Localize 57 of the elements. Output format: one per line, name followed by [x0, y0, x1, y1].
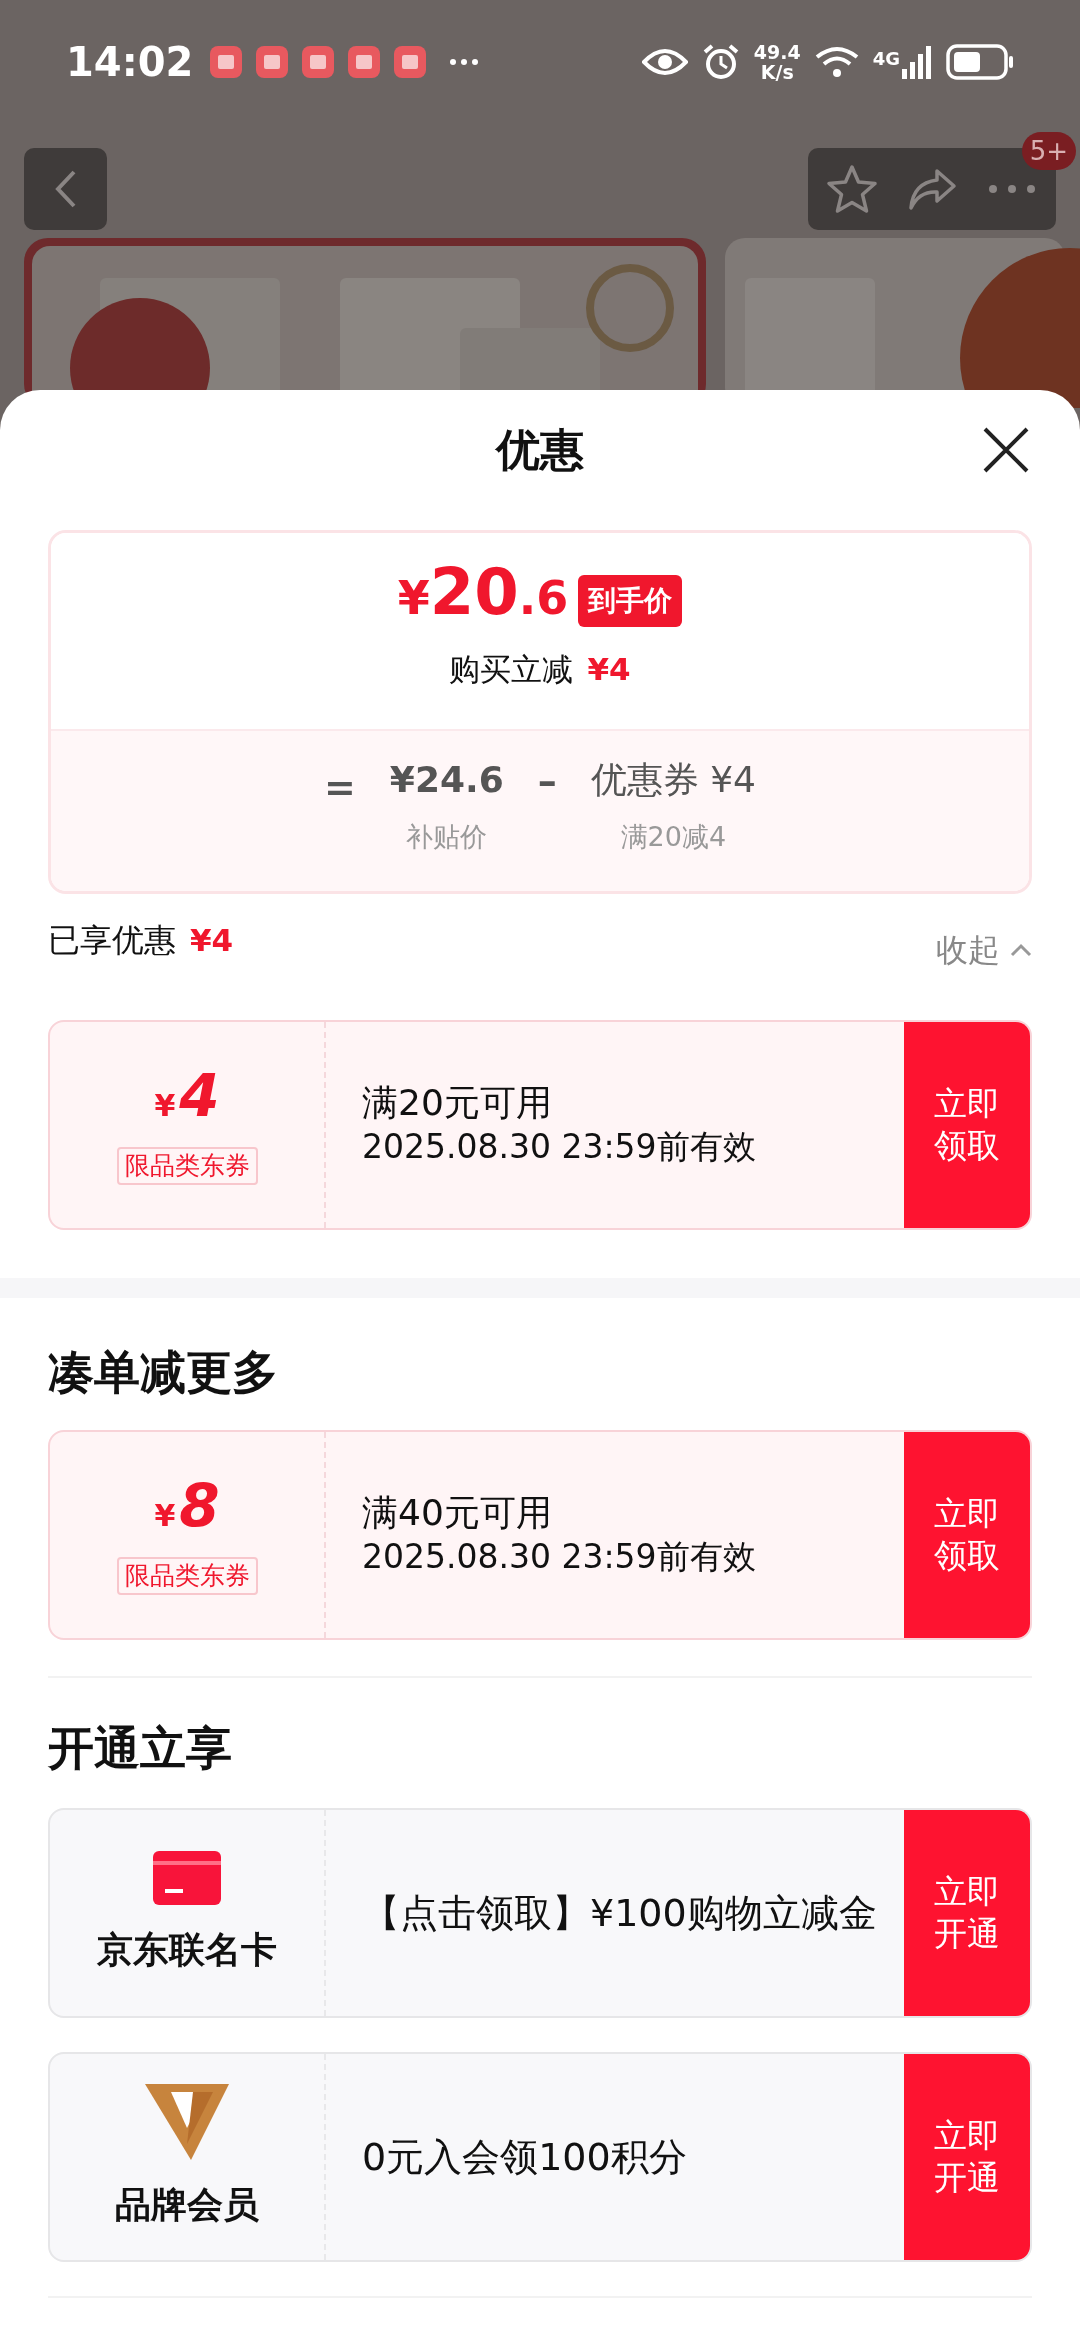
claim-button[interactable]: 立即领取 [904, 1022, 1030, 1228]
enjoyed-discount-amount: ¥4 [190, 920, 234, 960]
battery-icon [946, 44, 1014, 80]
final-price: ¥20.6 [397, 557, 569, 631]
share-icon [907, 167, 957, 211]
offer-description: 0元入会领100积分 [362, 2134, 687, 2180]
price-tag: 到手价 [578, 574, 683, 627]
sheet-title: 优惠 [496, 423, 584, 477]
back-icon [53, 169, 78, 209]
activate-button[interactable]: 立即开通 [904, 1810, 1030, 2016]
section-title: 凑单减更多 [48, 1344, 279, 1401]
coupon-scope-tag: 限品类东券 [116, 1146, 258, 1185]
coupon-condition: 满40元可用 [362, 1491, 553, 1535]
offer-name: 品牌会员 [115, 2183, 259, 2227]
wifi-icon [814, 45, 859, 79]
equals-sign: = [324, 764, 356, 811]
coupon-amount: ¥8 [154, 1475, 220, 1542]
subsidy-price-label: 补贴价 [406, 820, 488, 854]
minus-sign: – [537, 758, 557, 805]
status-time: 14:02 [66, 38, 194, 87]
app-notification-icon [209, 45, 244, 79]
section-title: 开通立享 [48, 1720, 233, 1777]
alarm-icon [701, 43, 740, 81]
app-notification-icon [347, 45, 382, 79]
more-icon [988, 184, 1036, 194]
app-notification-icon [255, 45, 290, 79]
eye-icon [641, 46, 688, 78]
coupon-validity: 2025.08.30 23:59前有效 [362, 1126, 757, 1168]
notification-badge: 5+ [1021, 132, 1076, 170]
coupon-scope-tag: 限品类东券 [116, 1556, 258, 1595]
offer-name: 京东联名卡 [97, 1928, 277, 1972]
collapse-button[interactable]: 收起 [936, 926, 1032, 974]
coupon-validity: 2025.08.30 23:59前有效 [362, 1536, 757, 1578]
coupon-amount: ¥4 [154, 1065, 220, 1132]
coupon-condition: 满20元可用 [362, 1081, 553, 1125]
back-button[interactable] [24, 148, 107, 230]
credit-card-icon [151, 1849, 223, 1907]
chevron-up-icon [1010, 943, 1032, 957]
more-icon [449, 57, 480, 67]
offer-description: 【点击领取】¥100购物立减金 [362, 1890, 877, 1936]
claim-button[interactable]: 立即领取 [904, 1432, 1030, 1638]
app-notification-icon [301, 45, 336, 79]
subsidy-price: ¥24.6 [389, 758, 504, 802]
star-icon [826, 164, 878, 214]
network-speed: 49.4 [753, 42, 801, 62]
v-logo-icon [143, 2082, 231, 2162]
instant-discount-label: 购买立减 [449, 650, 574, 689]
instant-discount-amount: ¥4 [587, 650, 631, 689]
signal-icon [902, 45, 932, 79]
network-type: 4G [872, 47, 900, 71]
network-speed-unit: K/s [760, 62, 794, 82]
enjoyed-discount-label: 已享优惠 [48, 920, 176, 961]
activate-button[interactable]: 立即开通 [904, 2054, 1030, 2260]
close-icon [982, 426, 1030, 474]
app-notification-icon [393, 45, 428, 79]
coupon-rule: 满20减4 [620, 820, 727, 854]
coupon-discount: 优惠券 ¥4 [590, 758, 756, 802]
